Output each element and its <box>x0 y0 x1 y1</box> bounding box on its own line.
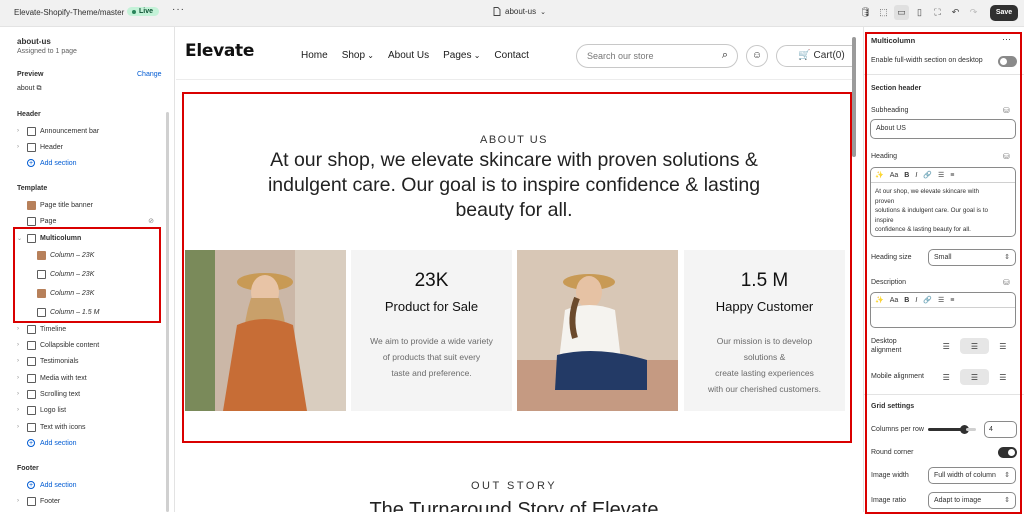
store-search-input[interactable]: Search our store ⌕ <box>576 44 738 68</box>
fullscreen-icon[interactable]: ⛶ <box>930 5 945 20</box>
undo-icon[interactable]: ↶ <box>948 5 963 20</box>
chevron-right-icon: › <box>17 375 19 381</box>
editor-topbar: Elevate-Shopify-Theme/master Live ··· ab… <box>0 0 1024 27</box>
story-heading: The Turnaround Story of Elevate <box>369 499 659 512</box>
nav-pages[interactable]: Pages <box>443 50 480 61</box>
save-button[interactable]: Save <box>990 5 1018 21</box>
nav-contact[interactable]: Contact <box>494 50 528 61</box>
plus-icon: + <box>27 439 35 447</box>
chevron-right-icon: › <box>17 144 19 150</box>
section-footer[interactable]: › Footer <box>0 493 165 509</box>
sections-sidebar: about-us Assigned to 1 page Preview Chan… <box>0 27 175 512</box>
section-icon <box>27 373 36 383</box>
section-logo-list[interactable]: › Logo list <box>0 402 165 418</box>
chevron-right-icon: › <box>17 498 19 504</box>
nav-about[interactable]: About Us <box>388 50 429 61</box>
chevron-right-icon: › <box>17 326 19 332</box>
nav-home[interactable]: Home <box>301 50 328 61</box>
section-collapsible-content[interactable]: › Collapsible content <box>0 337 165 353</box>
template-group-title: Template <box>17 185 48 192</box>
section-icon <box>27 422 36 432</box>
chevron-right-icon: › <box>17 342 19 348</box>
image-thumbnail <box>27 200 36 210</box>
more-actions-button[interactable]: ··· <box>172 4 185 15</box>
add-section-footer[interactable]: + Add section <box>0 477 165 493</box>
section-icon <box>27 324 36 334</box>
header-divider <box>176 79 856 80</box>
section-icon <box>27 496 36 506</box>
main-nav: Home Shop About Us Pages Contact <box>301 50 529 61</box>
section-icon <box>27 405 36 415</box>
desktop-view-icon[interactable]: ▭ <box>894 5 909 20</box>
section-header[interactable]: › Header <box>0 139 165 155</box>
cart-button[interactable]: 🛒 Cart(0) <box>776 45 856 67</box>
preview-value: about ⧉ <box>17 85 42 92</box>
preview-scrollbar[interactable] <box>852 37 856 157</box>
cart-icon: 🛒 <box>798 50 811 61</box>
highlight-box <box>865 32 1022 514</box>
account-icon[interactable]: ☺ <box>746 45 768 67</box>
section-icon <box>27 142 36 152</box>
mobile-view-icon[interactable]: ▯ <box>912 5 927 20</box>
chevron-right-icon: › <box>17 407 19 413</box>
section-icon <box>27 340 36 350</box>
preview-label: Preview <box>17 71 44 78</box>
chevron-right-icon: › <box>17 358 19 364</box>
page-selector[interactable]: about-us ⌄ <box>493 7 546 16</box>
section-scrolling-text[interactable]: › Scrolling text <box>0 386 165 402</box>
page-selector-label: about-us <box>505 7 537 16</box>
story-subheading: OUT STORY <box>470 480 558 492</box>
page-icon <box>493 7 501 16</box>
chevron-right-icon: › <box>17 391 19 397</box>
chevron-right-icon: › <box>17 128 19 134</box>
search-icon: ⌕ <box>721 49 728 61</box>
change-link[interactable]: Change <box>137 71 162 78</box>
highlight-box <box>182 92 852 443</box>
section-testimonials[interactable]: › Testimonials <box>0 353 165 369</box>
section-icon <box>27 216 36 226</box>
inspector-icon[interactable]: ⬚ <box>876 5 891 20</box>
section-media-with-text[interactable]: › Media with text <box>0 370 165 386</box>
section-timeline[interactable]: › Timeline <box>0 321 165 337</box>
section-page-title-banner[interactable]: Page title banner <box>0 197 165 213</box>
section-announcement-bar[interactable]: › Announcement bar <box>0 123 165 139</box>
footer-group-title: Footer <box>17 465 39 472</box>
plus-icon: + <box>27 159 35 167</box>
assigned-text: Assigned to 1 page <box>17 48 77 55</box>
theme-name: Elevate-Shopify-Theme/master <box>14 8 125 17</box>
section-icon <box>27 356 36 366</box>
live-badge: Live <box>127 7 160 16</box>
store-logo[interactable]: Elevate <box>185 41 254 61</box>
redo-icon[interactable]: ↷ <box>966 5 981 20</box>
section-icon <box>27 389 36 399</box>
add-section-header[interactable]: + Add section <box>0 155 165 171</box>
header-group-title: Header <box>17 111 41 118</box>
highlight-box <box>13 227 161 323</box>
plus-icon: + <box>27 481 35 489</box>
section-text-with-icons[interactable]: › Text with icons <box>0 419 165 435</box>
store-preview: Elevate Home Shop About Us Pages Contact… <box>176 27 856 512</box>
eye-off-icon[interactable]: ⊘ <box>148 217 154 225</box>
add-section-template[interactable]: + Add section <box>0 435 165 451</box>
external-link-icon: ⧉ <box>36 85 42 92</box>
chevron-down-icon: ⌄ <box>540 8 547 16</box>
settings-panel: Multicolumn ··· Enable full-width sectio… <box>863 27 1024 514</box>
section-icon <box>27 126 36 136</box>
nav-shop[interactable]: Shop <box>342 50 374 61</box>
sidebar-scrollbar[interactable] <box>166 112 169 512</box>
database-icon[interactable]: 🛢 <box>858 5 873 20</box>
chevron-right-icon: › <box>17 424 19 430</box>
page-title: about-us <box>17 37 51 46</box>
